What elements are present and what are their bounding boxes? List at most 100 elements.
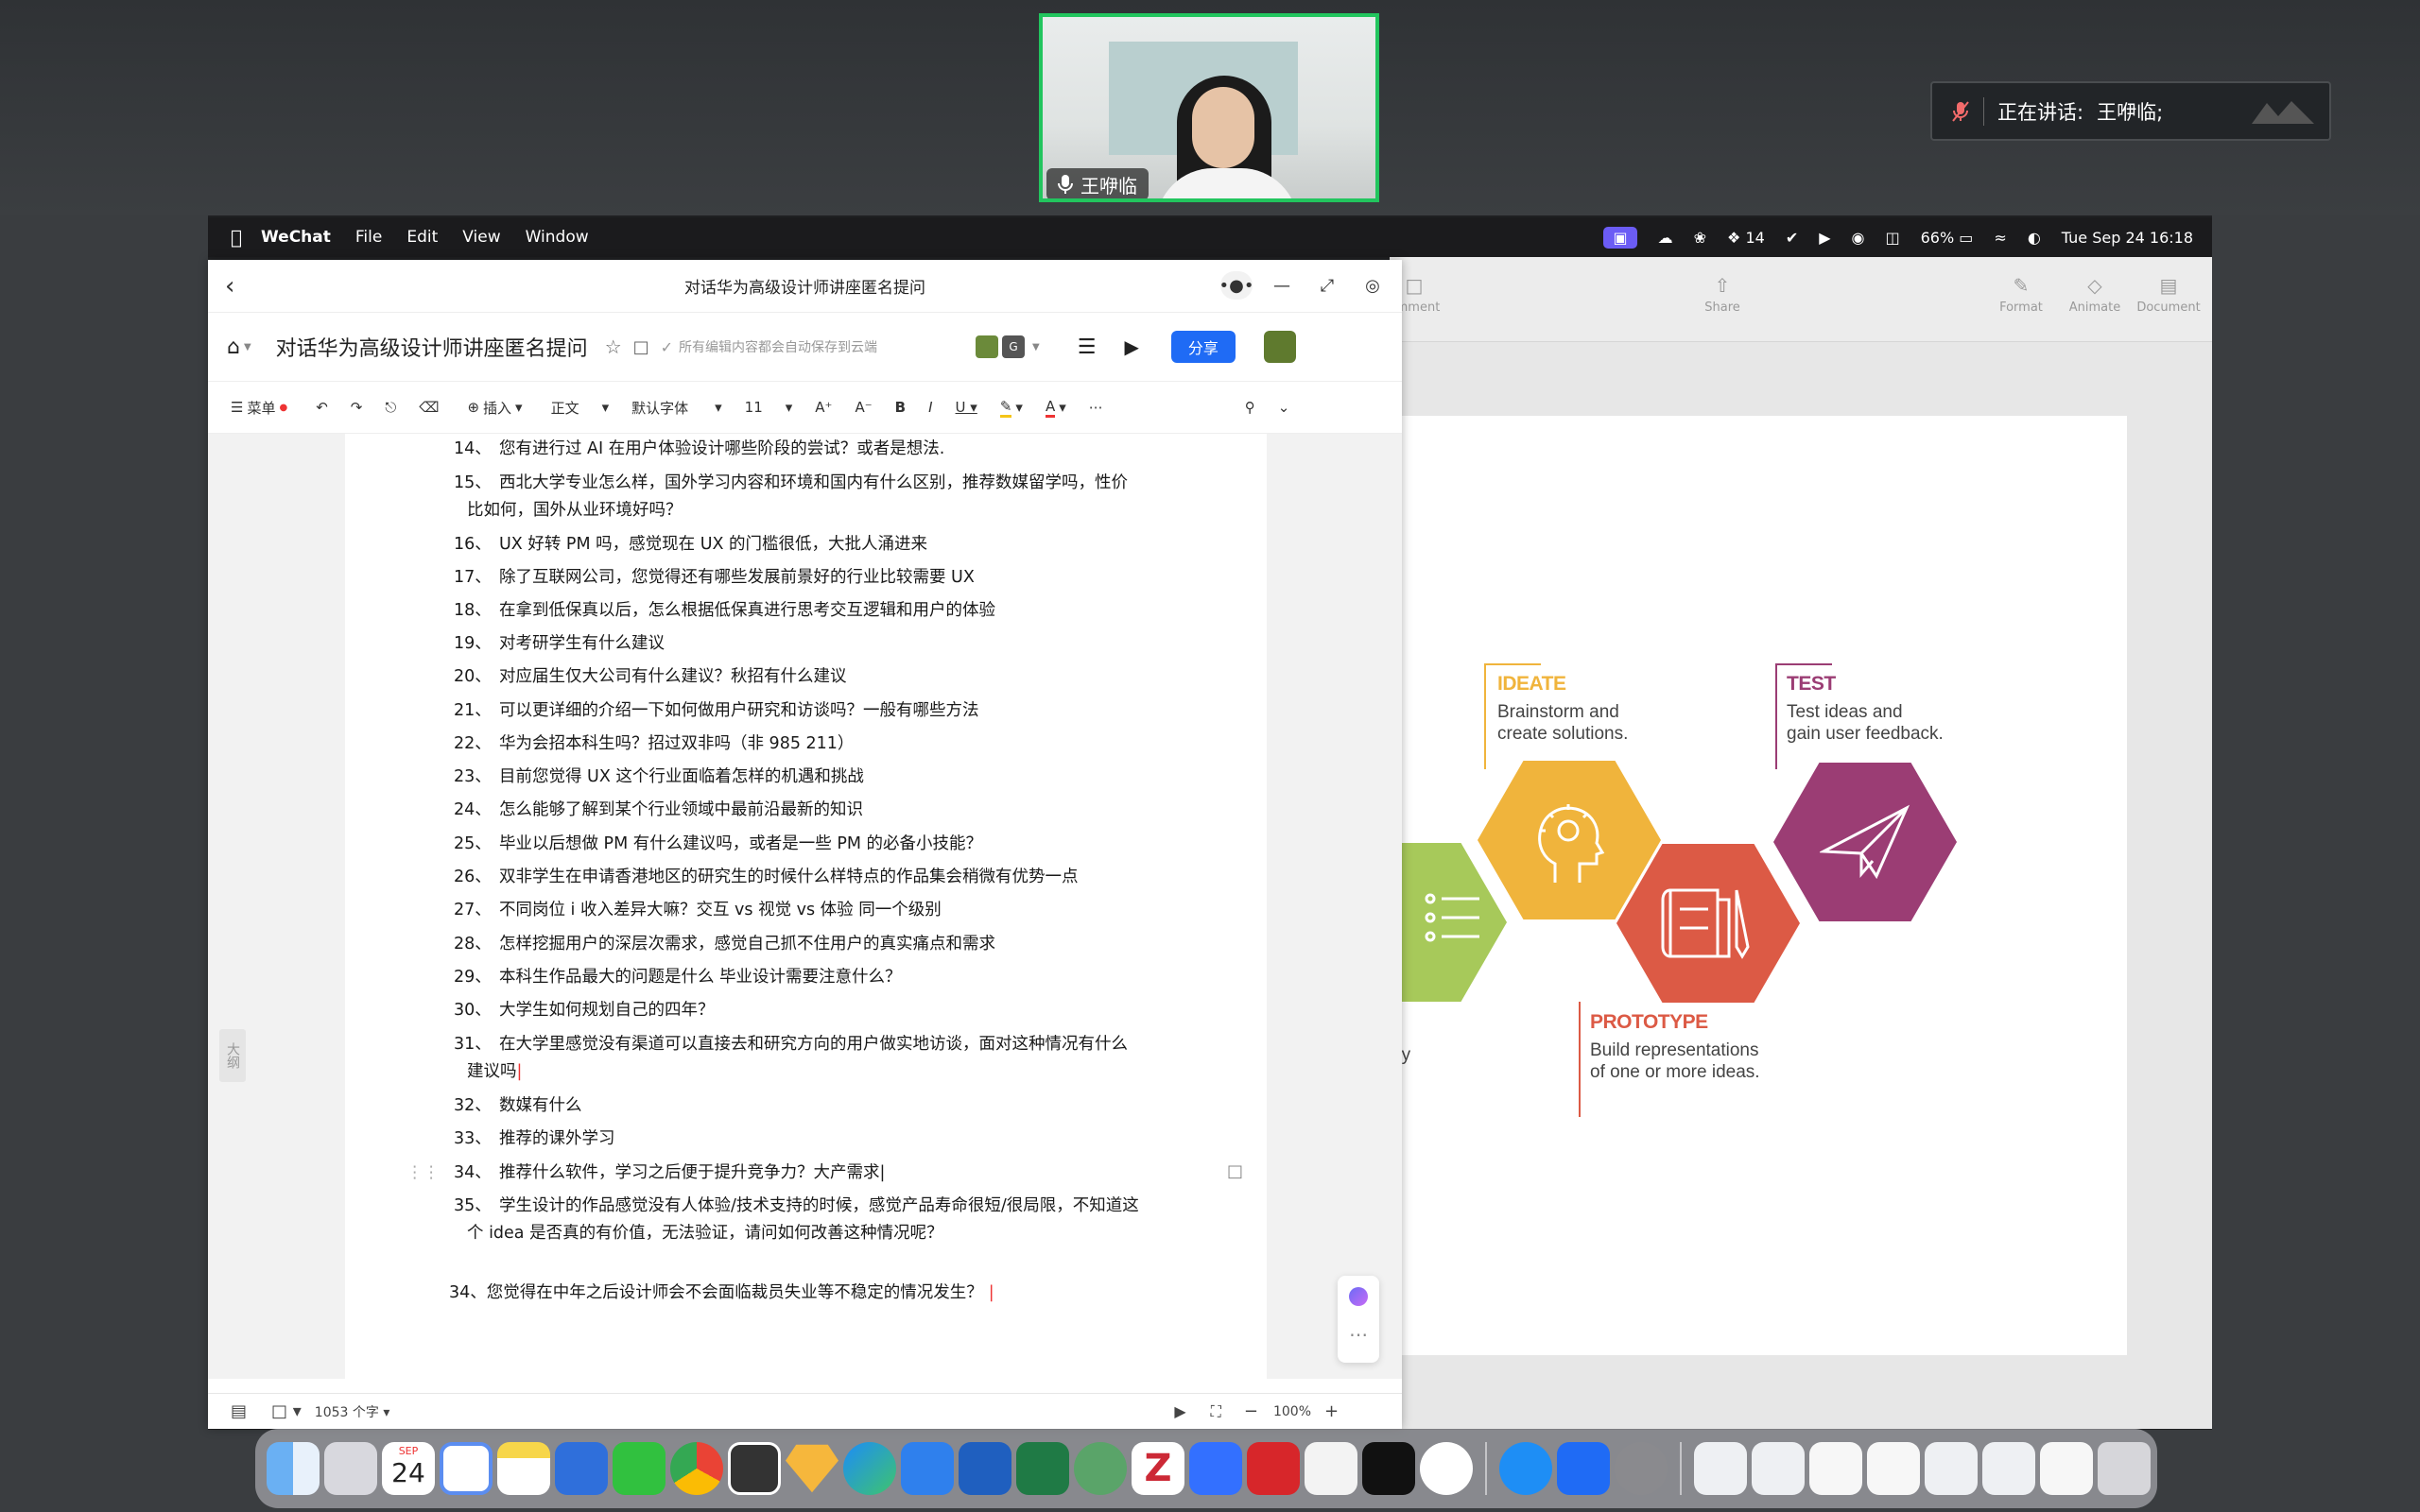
collapse-toolbar-icon[interactable]: ⌄ [1278, 399, 1290, 416]
terminal-icon[interactable] [1362, 1442, 1415, 1495]
word-count[interactable]: 1053 个字 ▾ [315, 1402, 390, 1421]
list-item[interactable]: 31、 在大学里感觉没有渠道可以直接去和研究方向的用户做实地访谈，面对这种情况有什… [454, 1031, 1153, 1086]
more-tools-icon[interactable]: ⋯ [1089, 399, 1103, 416]
sketch-icon[interactable] [786, 1444, 838, 1493]
slide-canvas[interactable]: ey IDEATE Brainstorm and create solution… [1390, 416, 2127, 1355]
recent-file-thumbnail[interactable] [2040, 1442, 2093, 1495]
document-title[interactable]: 对话华为高级设计师讲座匿名提问 [276, 332, 588, 362]
wechat-status[interactable]: ❖ 14 [1727, 229, 1765, 247]
list-item[interactable]: 33、 推荐的课外学习 [454, 1125, 1153, 1153]
wifi-icon[interactable]: ≈ [1994, 229, 2006, 247]
clock[interactable]: Tue Sep 24 16:18 [2062, 229, 2193, 247]
search-icon[interactable]: ⚲ [1245, 399, 1255, 416]
launchpad-icon[interactable] [324, 1442, 377, 1495]
zoom-level[interactable]: 100% [1273, 1404, 1311, 1419]
list-item[interactable]: 20、 对应届生仅大公司有什么建议？秋招有什么建议 [454, 663, 1153, 691]
freeform-icon[interactable] [555, 1442, 608, 1495]
font-size-select[interactable]: 11 ▾ [745, 399, 793, 416]
check-icon[interactable]: ✔ [1786, 229, 1798, 247]
feishu-meeting-icon[interactable] [1557, 1442, 1610, 1495]
acrobat-icon[interactable] [1247, 1442, 1300, 1495]
recent-file-thumbnail[interactable] [1925, 1442, 1978, 1495]
chevron-down-icon[interactable]: ▼ [244, 342, 251, 352]
list-item[interactable]: 24、 怎么能够了解到某个行业领域中最前沿最新的知识 [454, 797, 1153, 824]
back-icon[interactable]: ‹ [225, 272, 234, 301]
list-item[interactable]: 17、 除了互联网公司，您觉得还有哪些发展前景好的行业比较需要 UX [454, 564, 1153, 592]
edge-icon[interactable] [843, 1442, 896, 1495]
list-item[interactable]: 15、 西北大学专业怎么样，国外学习内容和环境和国内有什么区别，推荐数媒留学吗，性… [454, 470, 1153, 524]
format-button[interactable]: ✎ Format [1983, 274, 2059, 315]
minimize-icon[interactable]: — [1266, 271, 1298, 300]
chrome-icon[interactable] [670, 1442, 723, 1495]
menu-window[interactable]: Window [526, 228, 589, 247]
insert-button[interactable]: ⊕ 插入 ▾ [467, 398, 522, 418]
play-icon[interactable]: ▶ [1174, 1402, 1185, 1420]
bold-icon[interactable]: B [895, 399, 906, 416]
chevron-down-icon[interactable]: ▼ [1032, 342, 1040, 352]
play-icon[interactable]: ▶ [1819, 229, 1830, 247]
list-item[interactable]: 19、 对考研学生有什么建议 [454, 630, 1153, 658]
s-icon[interactable]: ◫ [1886, 229, 1900, 247]
eraser-icon[interactable]: ⌫ [419, 399, 439, 416]
word-icon[interactable] [959, 1442, 1011, 1495]
zoom-out-icon[interactable]: − [1244, 1401, 1258, 1421]
format-painter-icon[interactable]: ⎋ [385, 399, 396, 416]
list-item[interactable]: 26、 双非学生在申请香港地区的研究生的时候什么样特点的作品集会稍微有优势一点 [454, 864, 1153, 891]
list-item[interactable]: 18、 在拿到低保真以后，怎么根据低保真进行思考交互逻辑和用户的体验 [454, 597, 1153, 625]
tag-icon[interactable]: □ [633, 337, 649, 357]
system-settings-icon[interactable] [1615, 1442, 1668, 1495]
close-icon[interactable]: ◎ [1357, 271, 1389, 300]
zoom-in-icon[interactable]: + [1324, 1401, 1339, 1421]
excel-icon[interactable] [1016, 1442, 1069, 1495]
trash-icon[interactable] [2098, 1442, 2151, 1495]
page-icon[interactable]: □ ▾ [271, 1401, 302, 1421]
share-button[interactable]: ⇧ Share [1685, 274, 1760, 315]
list-item[interactable]: 23、 目前您觉得 UX 这个行业面临着怎样的机遇和挑战 [454, 764, 1153, 791]
lark-icon[interactable]: ❀ [1694, 229, 1706, 247]
list-item[interactable]: 21、 可以更详细的介绍一下如何做用户研究和访谈吗？一般有哪些方法 [454, 697, 1153, 725]
menu-file[interactable]: File [355, 228, 382, 247]
apple-icon[interactable]:  [231, 226, 242, 249]
app-store-icon[interactable] [1499, 1442, 1552, 1495]
menu-edit[interactable]: Edit [406, 228, 438, 247]
more-icon[interactable]: ⋯ [1349, 1323, 1368, 1346]
drag-handle-icon[interactable]: ⋮⋮ [406, 1160, 440, 1187]
list-icon[interactable]: ☰ [1078, 335, 1097, 359]
more-icon[interactable]: •●• [1219, 271, 1253, 300]
reminders-icon[interactable] [440, 1442, 493, 1495]
screenshot-icon[interactable] [728, 1442, 781, 1495]
participant-video-tile[interactable]: 王咿临 [1039, 13, 1379, 202]
globe-icon[interactable]: ◉ [1852, 229, 1865, 247]
list-item-extra[interactable]: 34、您觉得在中年之后设计师会不会面临裁员失业等不稳定的情况发生？ | [449, 1280, 1149, 1307]
present-icon[interactable]: ▶ [1124, 335, 1138, 358]
ai-assistant-icon[interactable] [1349, 1287, 1368, 1306]
comment-add-icon[interactable]: □ [1227, 1161, 1243, 1181]
style-select[interactable]: 正文 ▾ [551, 398, 610, 418]
zotero-icon[interactable]: Z [1132, 1442, 1184, 1495]
fullscreen-icon[interactable]: ⛶ [1211, 1402, 1221, 1421]
collaborator-avatars[interactable]: G [976, 335, 1026, 358]
list-item[interactable]: 16、 UX 好转 PM 吗，感觉现在 UX 的门槛很低，大批人涌进来 [454, 531, 1153, 558]
decrease-font-icon[interactable]: A⁻ [855, 399, 872, 416]
recent-file-thumbnail[interactable] [1752, 1442, 1805, 1495]
outline-toggle-icon[interactable]: ▤ [231, 1401, 247, 1421]
notes-icon[interactable] [497, 1442, 550, 1495]
list-item[interactable]: 28、 怎样挖掘用户的深层次需求，感觉自己抓不住用户的真实痛点和需求 [454, 931, 1153, 958]
undo-icon[interactable]: ↶ [316, 399, 328, 416]
recent-file-thumbnail[interactable] [1694, 1442, 1747, 1495]
mindmap-icon[interactable] [1074, 1442, 1127, 1495]
list-item[interactable]: 25、 毕业以后想做 PM 有什么建议吗，或者是一些 PM 的必备小技能？ [454, 831, 1153, 858]
document-button[interactable]: ▤ Document [2131, 274, 2206, 315]
expand-icon[interactable]: ⤢ [1311, 271, 1343, 300]
user-avatar[interactable] [1263, 331, 1296, 363]
menu-app-name[interactable]: WeChat [261, 228, 331, 247]
redo-icon[interactable]: ↷ [351, 399, 363, 416]
list-item[interactable]: 22、 华为会招本科生吗？招过双非吗（非 985 211） [454, 730, 1153, 758]
recent-file-thumbnail[interactable] [1867, 1442, 1920, 1495]
calendar-icon[interactable]: SEP 24 [382, 1442, 435, 1495]
share-button[interactable]: 分享 [1170, 331, 1236, 363]
lark-dock-icon[interactable] [1189, 1442, 1242, 1495]
wechat-icon[interactable] [613, 1442, 666, 1495]
font-color-icon[interactable]: A ▾ [1045, 398, 1066, 418]
menu-view[interactable]: View [462, 228, 500, 247]
